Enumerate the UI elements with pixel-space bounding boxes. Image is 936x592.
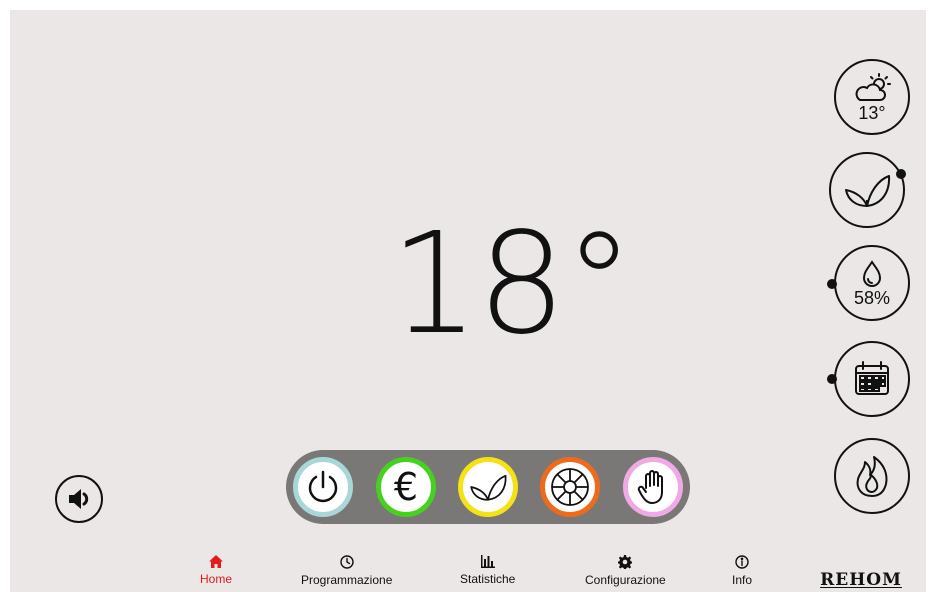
humidity-button[interactable]: 58%	[834, 245, 910, 321]
nav-home-label: Home	[200, 572, 233, 586]
mode-selector-bar: €	[286, 450, 690, 524]
nav-home[interactable]: Home	[200, 555, 232, 586]
home-icon	[209, 555, 223, 568]
nav-info-label: Info	[732, 573, 753, 587]
power-icon	[308, 470, 338, 503]
nav-statistiche[interactable]: Statistiche	[460, 555, 515, 586]
clock-icon	[339, 555, 354, 569]
bar-chart-icon	[480, 555, 495, 568]
nav-programmazione-label: Programmazione	[301, 573, 393, 587]
nav-info[interactable]: Info	[732, 555, 752, 587]
humidity-value: 58%	[853, 287, 891, 308]
mode-economy-button[interactable]: €	[376, 457, 436, 517]
drop-icon	[862, 259, 882, 287]
hand-icon	[637, 470, 663, 504]
outdoor-temperature: 13°	[858, 102, 886, 123]
flame-icon	[856, 456, 888, 497]
weather-button[interactable]: 13°	[834, 59, 910, 135]
info-icon	[735, 555, 749, 569]
mode-eco-button[interactable]	[458, 457, 518, 517]
nav-configurazione[interactable]: Configurazione	[585, 555, 666, 587]
nav-programmazione[interactable]: Programmazione	[301, 555, 392, 587]
current-temperature: 18°	[390, 203, 634, 366]
leaf-icon	[845, 175, 891, 207]
calendar-button[interactable]	[834, 341, 910, 417]
thermostat-screen: 18° 13° 58% € Home Programmazione Statis…	[10, 10, 926, 592]
nav-configurazione-label: Configurazione	[585, 573, 666, 587]
eco-indicator-dot	[896, 169, 906, 179]
flame-button[interactable]	[834, 438, 910, 514]
sound-button[interactable]	[55, 475, 103, 523]
leaf-icon	[470, 474, 507, 501]
nav-statistiche-label: Statistiche	[460, 572, 516, 586]
humidity-indicator-dot	[827, 279, 837, 289]
euro-icon: €	[393, 465, 419, 509]
brand-logo: REHOM	[820, 570, 902, 590]
gear-icon	[618, 555, 633, 569]
calendar-icon	[855, 361, 889, 395]
speaker-icon	[69, 489, 89, 509]
eco-button[interactable]	[829, 152, 905, 228]
cloud-sun-icon	[855, 72, 891, 101]
fan-icon	[551, 468, 589, 506]
calendar-indicator-dot	[827, 374, 837, 384]
mode-power-button[interactable]	[293, 457, 353, 517]
mode-manual-button[interactable]	[623, 457, 683, 517]
mode-fan-button[interactable]	[540, 457, 600, 517]
